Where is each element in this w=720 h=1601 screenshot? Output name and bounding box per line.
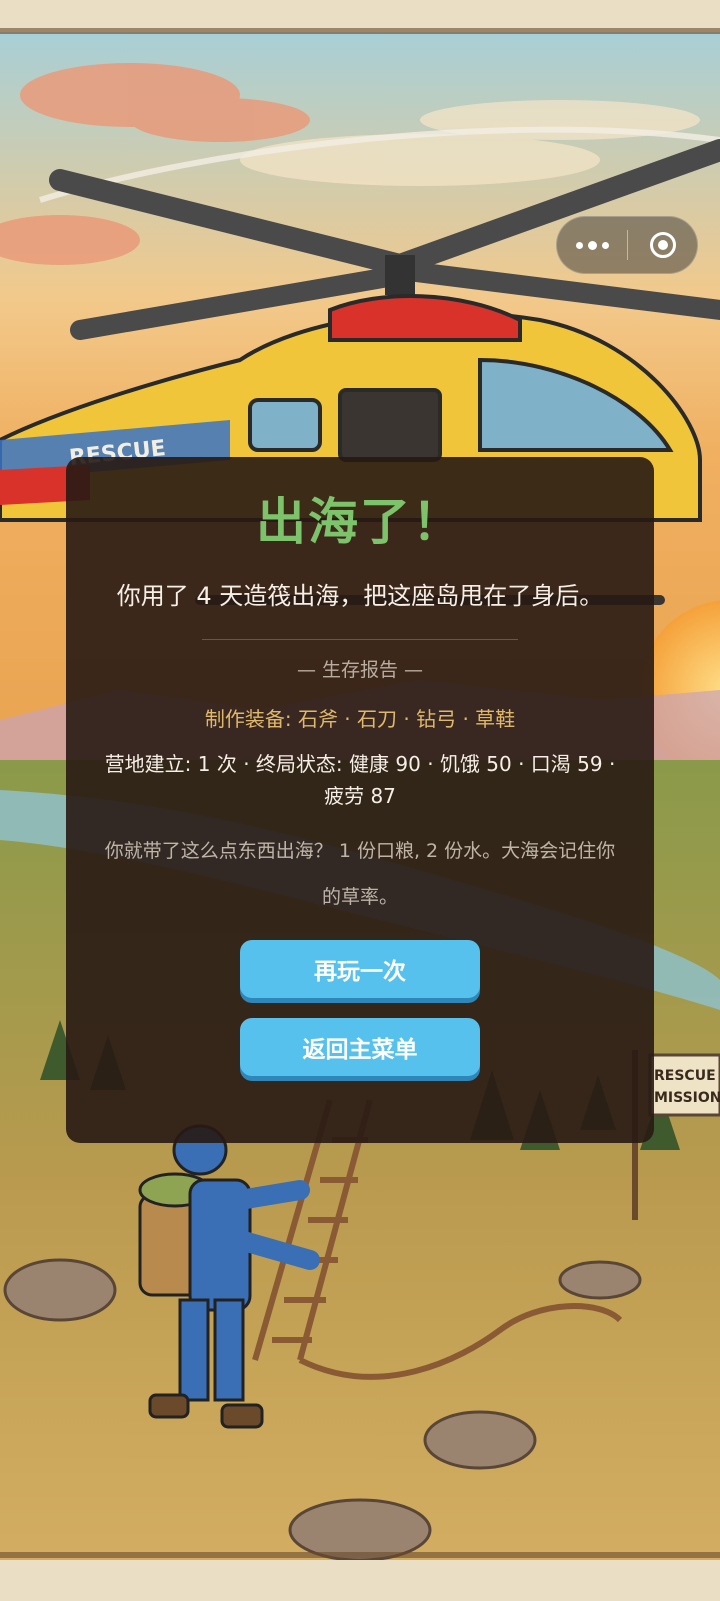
play-again-button[interactable]: 再玩一次 [240, 940, 480, 998]
result-panel: 出海了！ 你用了 4 天造筏出海，把这座岛甩在了身后。 — 生存报告 — 制作装… [66, 457, 654, 1143]
divider [202, 639, 518, 640]
result-subtitle: 你用了 4 天造筏出海，把这座岛甩在了身后。 [116, 582, 604, 610]
flavor-text: 你就带了这么点东西出海？ 1 份口粮, 2 份水。大海会记住你的草率。 [104, 840, 616, 908]
equipment-line: 制作装备: 石斧 · 石刀 · 钻弓 · 草鞋 [204, 707, 516, 731]
svg-text:MISSION: MISSION [654, 1090, 720, 1106]
stats-line: 营地建立: 1 次 · 终局状态: 健康 90 · 饥饿 50 · 口渴 59 … [104, 752, 616, 808]
main-menu-button[interactable]: 返回主菜单 [240, 1018, 480, 1076]
result-title: 出海了！ [256, 493, 464, 551]
mini-program-capsule [556, 216, 698, 274]
svg-text:RESCUE: RESCUE [654, 1068, 716, 1084]
close-target-icon[interactable] [628, 217, 697, 273]
report-header: — 生存报告 — [296, 659, 424, 681]
more-dots-icon[interactable] [557, 217, 627, 273]
